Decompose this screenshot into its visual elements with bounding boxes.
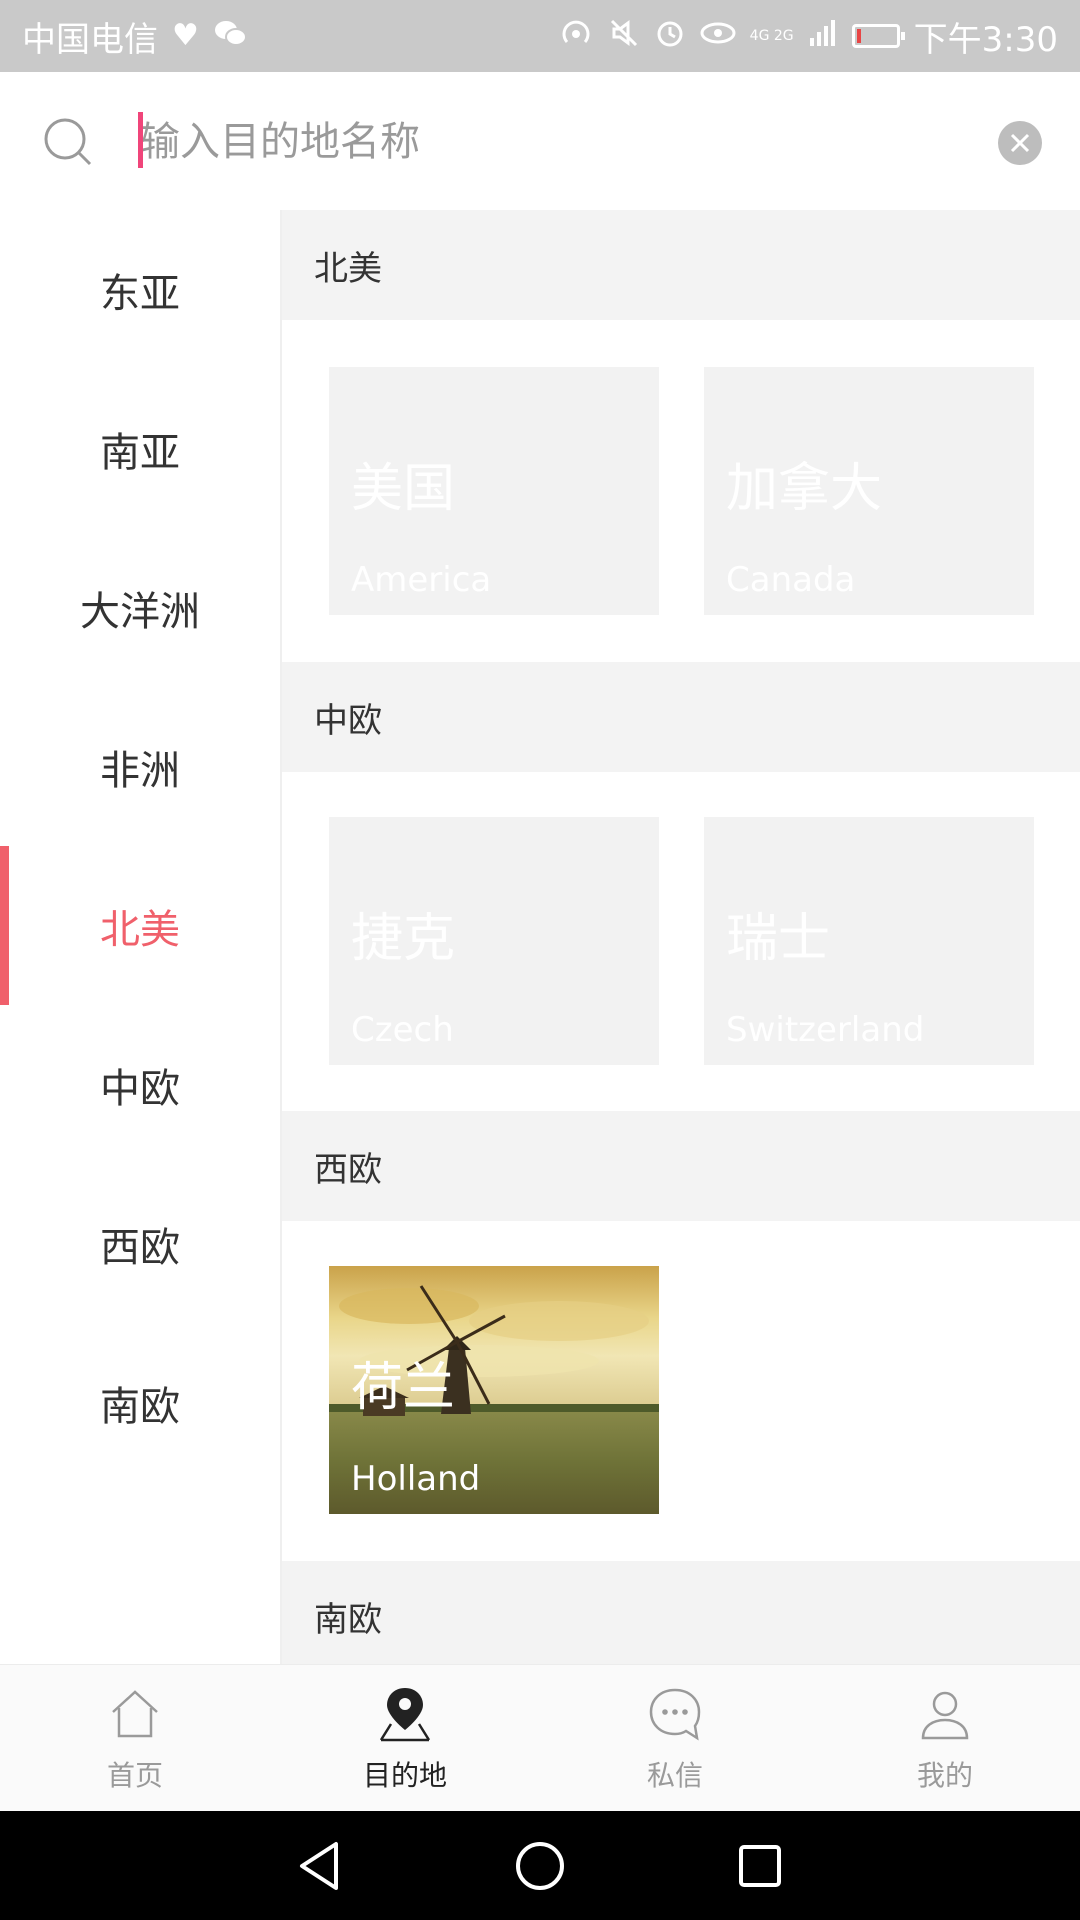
- status-left: 中国电信 ♥: [22, 12, 247, 61]
- carrier-label: 中国电信: [22, 19, 158, 60]
- sidebar-item-label: 北美: [100, 906, 180, 953]
- section-title: 中欧: [314, 700, 382, 741]
- card-title-zh: 荷兰: [351, 1358, 456, 1418]
- alarm-icon: [654, 17, 686, 55]
- wechat-icon: [213, 18, 247, 54]
- card-title-zh: 美国: [351, 459, 456, 519]
- network-type-label: 4G 2G: [749, 28, 794, 44]
- card-title-en: Canada: [726, 560, 856, 600]
- sidebar-item-label: 中欧: [100, 1065, 180, 1112]
- location-pin-icon: [379, 1687, 431, 1741]
- card-title-en: Holland: [351, 1459, 481, 1499]
- clear-search-icon[interactable]: [998, 121, 1042, 165]
- sidebar-item-label: 大洋洲: [80, 588, 200, 635]
- home-circle-icon[interactable]: [514, 1840, 566, 1892]
- battery-icon: [851, 24, 905, 48]
- sidebar-item-label: 东亚: [100, 270, 180, 317]
- status-right: 4G 2G 下午3:30: [558, 12, 1058, 61]
- nav-label: 首页: [106, 1758, 163, 1792]
- card-title-zh: 瑞士: [726, 909, 831, 969]
- health-heart-icon: ♥: [172, 18, 199, 53]
- home-icon: [112, 1689, 158, 1737]
- destination-list[interactable]: 北美 美国 America 加拿大 Canada 中欧 捷克 Czech 瑞士 …: [282, 210, 1080, 1664]
- clock-label: 下午3:30: [913, 19, 1058, 60]
- section-title: 南欧: [314, 1599, 382, 1640]
- sidebar-item-label: 南欧: [100, 1383, 180, 1430]
- destination-card-holland[interactable]: 荷兰 Holland: [329, 1266, 659, 1514]
- mute-icon: [608, 17, 640, 55]
- card-title-zh: 捷克: [351, 909, 456, 969]
- chat-bubble-icon: [649, 1688, 701, 1741]
- destination-card-switzerland[interactable]: 瑞士 Switzerland: [704, 817, 1034, 1065]
- sidebar-item-south-asia[interactable]: 南亚: [0, 369, 280, 528]
- sidebar-item-southern-europe[interactable]: 南欧: [0, 1323, 280, 1482]
- section-header-southern-europe: 南欧: [282, 1561, 1080, 1664]
- text-caret: [138, 112, 143, 168]
- sidebar-item-north-america[interactable]: 北美: [0, 846, 280, 1005]
- nav-label: 目的地: [362, 1758, 447, 1792]
- sidebar-item-label: 南亚: [100, 429, 180, 476]
- nav-label: 我的: [916, 1758, 973, 1792]
- destination-card-america[interactable]: 美国 America: [329, 367, 659, 615]
- back-icon[interactable]: [296, 1840, 344, 1892]
- sidebar-item-east-asia[interactable]: 东亚: [0, 210, 280, 369]
- card-title-zh: 加拿大: [726, 459, 883, 519]
- recent-apps-icon[interactable]: [736, 1842, 784, 1890]
- card-title-en: Switzerland: [726, 1010, 925, 1050]
- sidebar-item-western-europe[interactable]: 西欧: [0, 1164, 280, 1323]
- sidebar-item-africa[interactable]: 非洲: [0, 687, 280, 846]
- hotspot-icon: [558, 16, 594, 56]
- signal-icon: [808, 18, 838, 54]
- search-bar: [0, 72, 1080, 211]
- sidebar-item-label: 非洲: [100, 747, 180, 794]
- region-sidebar: 东亚 南亚 大洋洲 非洲 北美 中欧 西欧 南欧: [0, 210, 282, 1664]
- system-navigation-bar: [0, 1811, 1080, 1920]
- search-icon: [44, 118, 92, 166]
- status-bar: 中国电信 ♥ 4G 2G 下午3:30: [0, 0, 1080, 72]
- sidebar-item-label: 西欧: [100, 1224, 180, 1271]
- destination-search-input[interactable]: [138, 108, 972, 176]
- destination-card-canada[interactable]: 加拿大 Canada: [704, 367, 1034, 615]
- card-title-en: Czech: [351, 1010, 454, 1050]
- nav-tab-home[interactable]: 首页: [0, 1665, 270, 1812]
- section-header-north-america: 北美: [282, 210, 1080, 320]
- section-title: 西欧: [314, 1149, 382, 1190]
- sidebar-item-central-europe[interactable]: 中欧: [0, 1005, 280, 1164]
- eye-comfort-icon: [700, 20, 736, 52]
- card-title-en: America: [351, 560, 492, 600]
- section-header-central-europe: 中欧: [282, 662, 1080, 772]
- section-title: 北美: [314, 248, 382, 289]
- destination-card-czech[interactable]: 捷克 Czech: [329, 817, 659, 1065]
- nav-tab-me[interactable]: 我的: [810, 1665, 1080, 1812]
- nav-label: 私信: [646, 1758, 703, 1792]
- nav-tab-destination[interactable]: 目的地: [270, 1665, 540, 1812]
- bottom-navigation: 首页 目的地 私信 我的: [0, 1664, 1080, 1812]
- active-indicator: [0, 846, 9, 1005]
- person-icon: [921, 1691, 969, 1739]
- sidebar-item-oceania[interactable]: 大洋洲: [0, 528, 280, 687]
- nav-tab-messages[interactable]: 私信: [540, 1665, 810, 1812]
- section-header-western-europe: 西欧: [282, 1111, 1080, 1221]
